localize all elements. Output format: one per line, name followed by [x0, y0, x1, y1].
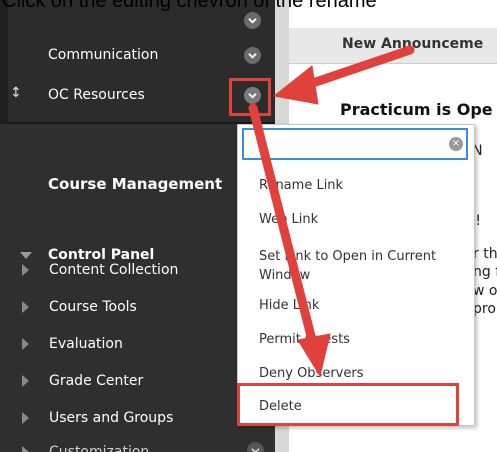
cp-item-content-collection[interactable]: Content Collection [20, 258, 178, 282]
cp-item-label: Customization [49, 444, 150, 452]
menu-item-set-link-open-current-window[interactable]: Set Link to Open in Current Window [259, 247, 471, 285]
cp-item-evaluation[interactable]: Evaluation [20, 332, 123, 356]
sidebar-item-label: Communication [48, 47, 159, 63]
announcement-text: ng f [473, 264, 497, 280]
menu-item-hide-link[interactable]: Hide Link [259, 298, 319, 313]
menu-search-input[interactable] [246, 132, 442, 156]
chevron-down-icon[interactable] [244, 12, 261, 29]
cp-item-label: Content Collection [49, 262, 179, 278]
menu-search-field[interactable] [242, 128, 468, 160]
triangle-right-icon [22, 338, 29, 350]
triangle-right-icon [22, 264, 29, 276]
instruction-caption: Click on the editing chevron of the rena… [2, 0, 377, 12]
sidebar-item-communication[interactable]: Communication [0, 38, 275, 72]
cp-item-label: Grade Center [49, 373, 144, 389]
cp-item-label: Users and Groups [49, 410, 174, 426]
chevron-down-icon[interactable] [244, 47, 261, 64]
cp-item-users-and-groups[interactable]: Users and Groups [20, 406, 173, 430]
sidebar-divider [0, 122, 275, 124]
triangle-right-icon [22, 375, 29, 387]
menu-item-web-link[interactable]: Web Link [259, 212, 318, 227]
chevron-down-icon[interactable] [247, 442, 264, 452]
clear-icon[interactable]: × [449, 137, 463, 151]
delete-highlight-box [237, 383, 459, 426]
sidebar-item-label: OC Resources [48, 87, 145, 103]
menu-item-permit-guests[interactable]: Permit Guests [259, 332, 350, 347]
triangle-right-icon [22, 301, 29, 313]
tab-new-announcement[interactable]: New Announceme [342, 36, 483, 52]
cp-item-grade-center[interactable]: Grade Center [20, 369, 143, 393]
announcement-text: w o [473, 283, 497, 299]
announcement-text: r tha [473, 246, 497, 262]
menu-item-rename-link[interactable]: Rename Link [259, 178, 343, 193]
cp-item-course-tools[interactable]: Course Tools [20, 295, 137, 319]
triangle-right-icon [22, 446, 29, 452]
chevron-highlight-box [229, 78, 271, 116]
triangle-right-icon [22, 412, 29, 424]
cp-item-customization[interactable]: Customization [20, 440, 149, 452]
announcement-title: Practicum is Ope [340, 100, 493, 119]
menu-item-deny-observers[interactable]: Deny Observers [259, 366, 363, 381]
course-management-title: Course Management [48, 175, 223, 193]
announcement-text: pro [473, 301, 496, 317]
cp-item-label: Course Tools [49, 299, 137, 315]
cp-item-label: Evaluation [49, 336, 123, 352]
